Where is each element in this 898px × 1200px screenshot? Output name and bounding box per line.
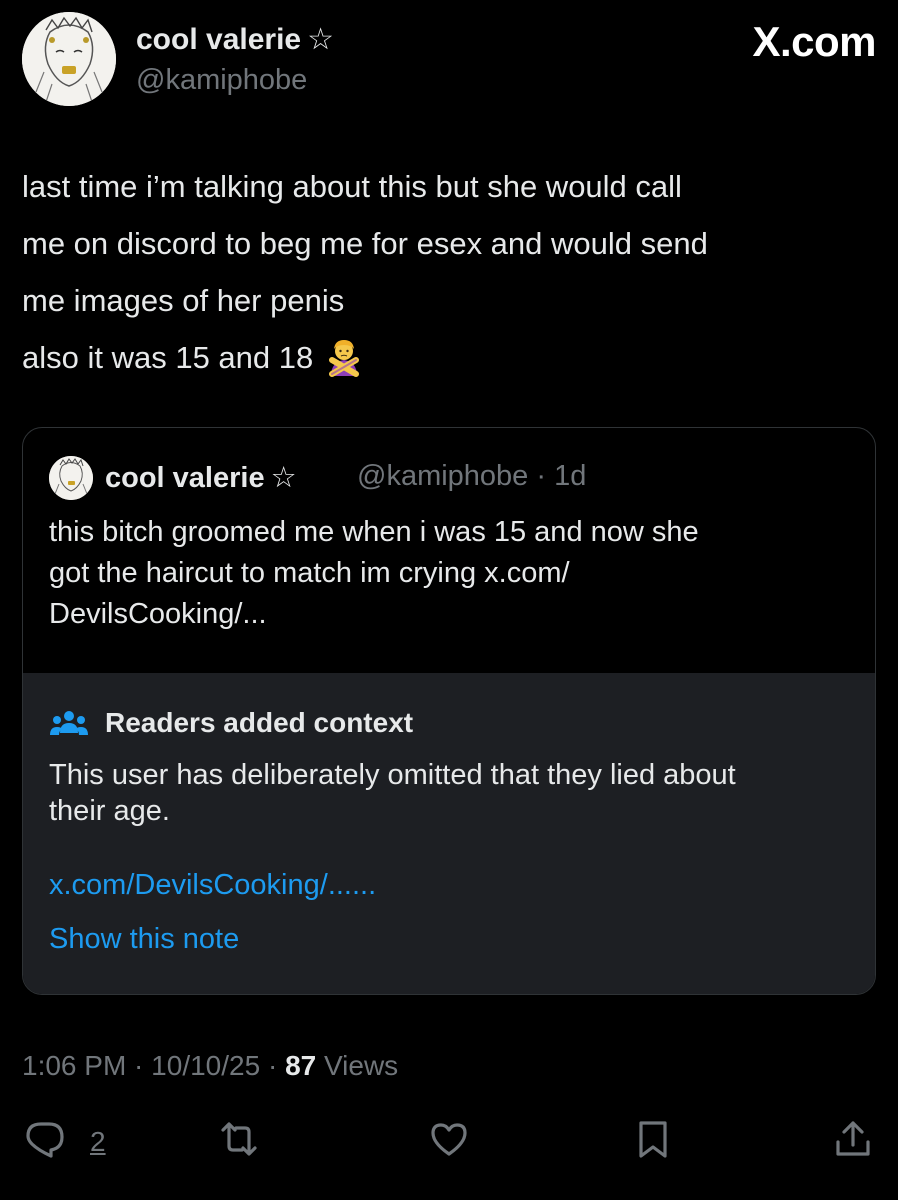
- tweet-meta: 1:06 PM · 10/10/25 · 87 Views: [22, 1050, 398, 1082]
- tweet-line: last time i’m talking about this but she…: [22, 169, 682, 204]
- quoted-tweet-text: this bitch groomed me when i was 15 and …: [49, 512, 849, 635]
- reply-icon: [26, 1122, 64, 1158]
- community-note-panel: Readers added context This user has deli…: [23, 673, 875, 994]
- repost-button[interactable]: [218, 1118, 260, 1168]
- repost-icon: [221, 1122, 257, 1156]
- tweet-line: also it was 15 and 18: [22, 340, 314, 375]
- tweet-date[interactable]: 10/10/25: [151, 1050, 260, 1081]
- avatar-sketch-image: [49, 456, 93, 500]
- author-handle[interactable]: @kamiphobe: [136, 64, 307, 97]
- author-avatar[interactable]: [22, 12, 116, 106]
- like-icon: [431, 1123, 467, 1156]
- show-this-note-link[interactable]: Show this note: [49, 923, 239, 956]
- community-note-line: This user has deliberately omitted that …: [49, 759, 736, 791]
- author-display-name[interactable]: cool valerie ☆: [136, 22, 334, 57]
- star-badge-icon: ☆: [307, 23, 334, 56]
- quoted-tweet-line: this bitch groomed me when i was 15 and …: [49, 516, 699, 548]
- star-badge-icon: ☆: [270, 462, 297, 494]
- quoted-author-display-name[interactable]: cool valerie ☆: [105, 460, 297, 495]
- tweet-line: me on discord to beg me for esex and wou…: [22, 226, 708, 261]
- meta-separator: ·: [260, 1050, 286, 1081]
- bookmark-button[interactable]: [632, 1118, 674, 1168]
- quoted-tweet-line: DevilsCooking/...: [49, 598, 267, 630]
- people-icon: [50, 711, 88, 735]
- share-icon: [836, 1121, 870, 1156]
- person-gesturing-no-emoji-icon: [323, 336, 365, 378]
- views-count: 87: [285, 1050, 317, 1081]
- reply-button[interactable]: 2: [24, 1118, 106, 1168]
- author-name-text: cool valerie: [136, 23, 302, 56]
- quoted-tweet-card[interactable]: cool valerie ☆ @kamiphobe · 1d this bitch…: [22, 427, 876, 995]
- reply-count: 2: [90, 1126, 106, 1157]
- quoted-author-handle-time[interactable]: @kamiphobe · 1d: [357, 460, 586, 493]
- tweet-text: last time i’m talking about this but she…: [22, 158, 882, 386]
- community-note-source-link[interactable]: x.com/DevilsCooking/......: [49, 869, 376, 902]
- brand-watermark: X.com: [752, 18, 876, 65]
- quoted-author-avatar[interactable]: [49, 456, 93, 500]
- tweet-action-bar: 2: [22, 1118, 878, 1168]
- quoted-tweet-line: got the haircut to match im crying x.com…: [49, 557, 570, 589]
- quoted-author-name-text: cool valerie: [105, 462, 265, 494]
- tweet-line: me images of her penis: [22, 283, 345, 318]
- tweet-time[interactable]: 1:06 PM: [22, 1050, 126, 1081]
- like-button[interactable]: [428, 1118, 470, 1168]
- community-note-title: Readers added context: [105, 707, 414, 738]
- tweet-header: cool valerie ☆ @kamiphobe X.com: [22, 12, 876, 108]
- share-button[interactable]: [832, 1118, 874, 1168]
- bookmark-icon: [639, 1121, 667, 1158]
- community-note-line: their age.: [49, 795, 170, 827]
- meta-separator: ·: [126, 1050, 152, 1081]
- avatar-sketch-image: [22, 12, 116, 106]
- views-label: Views: [316, 1050, 399, 1081]
- tweet-line-with-emoji: also it was 15 and 18: [22, 329, 882, 386]
- community-note-text: This user has deliberately omitted that …: [49, 757, 859, 829]
